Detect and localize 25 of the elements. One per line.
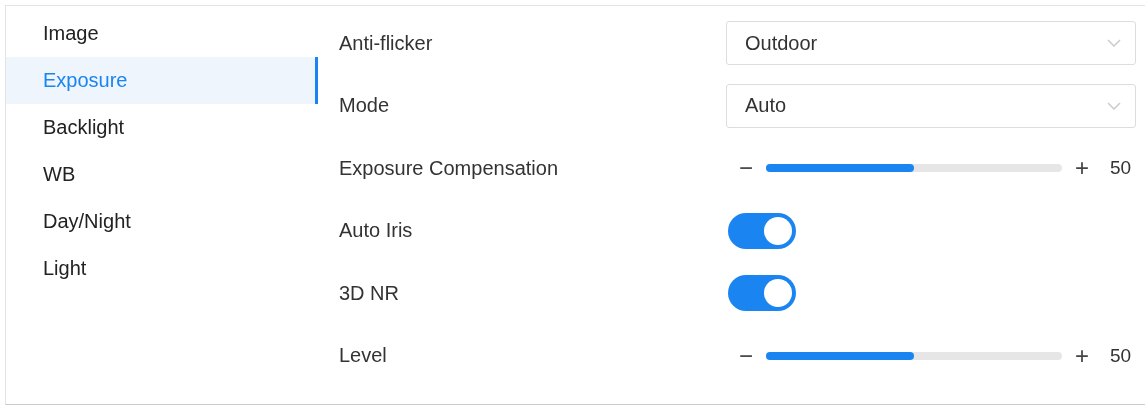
caret-icon — [1107, 101, 1121, 110]
plus-button[interactable]: + — [1062, 154, 1102, 183]
setting-label: Level — [339, 344, 388, 368]
sidebar-item[interactable]: Image — [6, 10, 318, 57]
sidebar-item[interactable]: Day/Night — [6, 198, 318, 245]
setting-label: 3D NR — [339, 281, 400, 305]
dropdown[interactable]: Outdoor — [726, 21, 1136, 66]
plus-button[interactable]: + — [1062, 341, 1102, 370]
slider-value: 50 — [1110, 344, 1132, 367]
sidebar-item[interactable]: WB — [6, 151, 318, 198]
sidebar-item[interactable]: Backlight — [6, 104, 318, 151]
dropdown[interactable]: Auto — [726, 83, 1136, 128]
slider-value: 50 — [1110, 157, 1132, 180]
minus-button[interactable]: − — [726, 154, 766, 183]
minus-button[interactable]: − — [726, 341, 766, 370]
toggle-switch[interactable] — [728, 275, 796, 312]
setting-label: Exposure Compensation — [339, 156, 559, 180]
sidebar-item[interactable]: Light — [6, 245, 318, 292]
setting-label: Anti-flicker — [339, 31, 434, 55]
caret-icon — [1107, 39, 1121, 48]
setting-label: Mode — [339, 94, 391, 118]
slider-track[interactable] — [766, 164, 1062, 173]
slider-track[interactable] — [766, 351, 1062, 360]
toggle-switch[interactable] — [728, 212, 796, 249]
setting-label: Auto Iris — [339, 219, 414, 243]
